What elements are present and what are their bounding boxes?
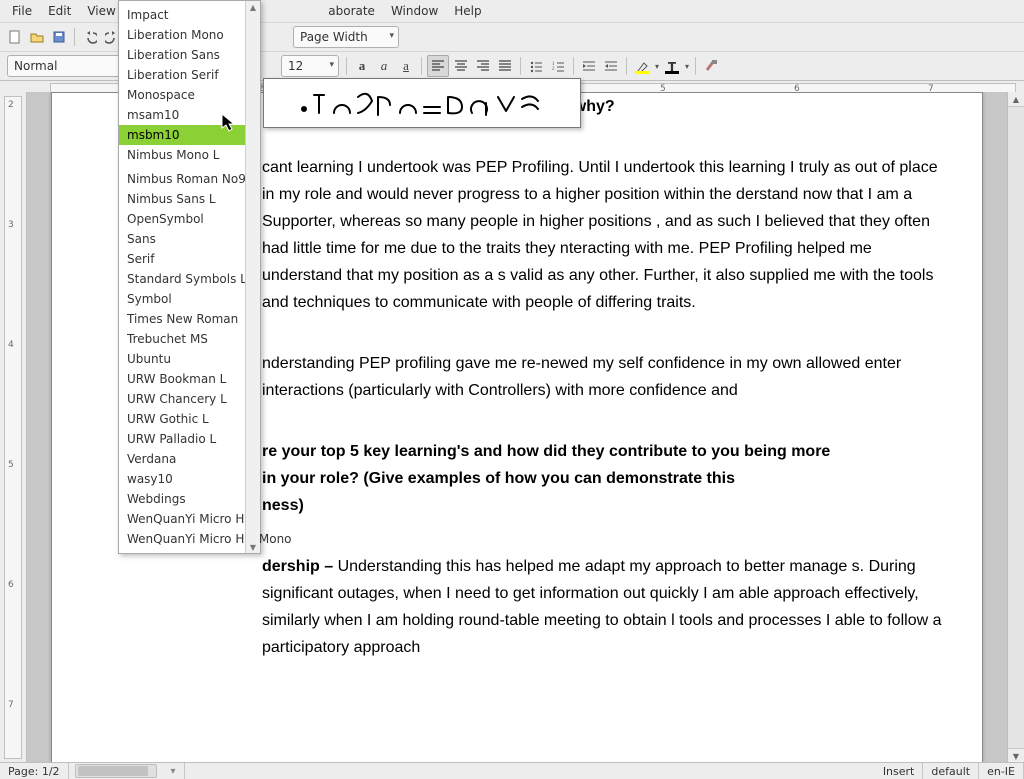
font-option[interactable]: Nimbus Sans L xyxy=(119,189,260,209)
doc-paragraph: cant learning I undertook was PEP Profil… xyxy=(262,154,942,316)
font-option[interactable]: Nimbus Mono L xyxy=(119,145,260,165)
font-option[interactable]: Webdings xyxy=(119,489,260,509)
toolbar-separator xyxy=(346,57,347,75)
align-right-button[interactable] xyxy=(473,56,493,76)
toolbar-separator xyxy=(626,57,627,75)
font-option[interactable]: Impact xyxy=(119,5,260,25)
ruler-tick: 4 xyxy=(8,340,14,350)
doc-text: Understanding this has helped me adapt m… xyxy=(262,558,941,656)
status-layout: default xyxy=(923,763,979,779)
align-center-button[interactable] xyxy=(451,56,471,76)
menu-file[interactable]: File xyxy=(4,1,40,21)
align-left-button[interactable] xyxy=(427,55,449,77)
bullet-list-button[interactable] xyxy=(526,56,546,76)
ruler-tick: 5 xyxy=(8,460,14,470)
increase-indent-button[interactable] xyxy=(579,56,599,76)
toolbar-separator xyxy=(695,57,696,75)
highlight-color-dropdown[interactable]: ▾ xyxy=(653,62,661,71)
toolbar-separator xyxy=(421,57,422,75)
menu-window[interactable]: Window xyxy=(383,1,446,21)
font-option[interactable]: Liberation Mono xyxy=(119,25,260,45)
ruler-tick: 2 xyxy=(8,100,14,110)
font-option[interactable]: OpenSymbol xyxy=(119,209,260,229)
font-option[interactable]: Liberation Serif xyxy=(119,65,260,85)
font-option[interactable]: Nimbus Roman No9 L xyxy=(119,169,260,189)
toolbar-separator xyxy=(573,57,574,75)
font-option[interactable]: Standard Symbols L xyxy=(119,269,260,289)
status-bar: Page: 1/2 ▾ Insert default en-IE xyxy=(0,762,1024,779)
doc-paragraph: nderstanding PEP profiling gave me re-ne… xyxy=(262,350,942,404)
highlight-color-button[interactable] xyxy=(633,58,651,74)
font-option[interactable]: Symbol xyxy=(119,289,260,309)
font-option[interactable]: Serif xyxy=(119,249,260,269)
font-size-value: 12 xyxy=(288,59,303,73)
font-option[interactable]: msbm10 xyxy=(119,125,260,145)
paragraph-style-value: Normal xyxy=(14,59,57,73)
numbered-list-button[interactable]: 12 xyxy=(548,56,568,76)
menu-edit[interactable]: Edit xyxy=(40,1,79,21)
paragraph-style-combo[interactable]: Normal xyxy=(7,55,131,77)
font-option[interactable]: URW Chancery L xyxy=(119,389,260,409)
status-insert-mode[interactable]: Insert xyxy=(875,763,924,779)
font-size-combo[interactable]: 12 xyxy=(281,55,339,77)
font-option[interactable]: Verdana xyxy=(119,449,260,469)
open-icon[interactable] xyxy=(28,28,46,46)
font-option[interactable]: wasy10 xyxy=(119,469,260,489)
font-option[interactable]: URW Bookman L xyxy=(119,369,260,389)
format-paintbrush-button[interactable] xyxy=(701,56,721,76)
scroll-up-icon[interactable]: ▲ xyxy=(1008,92,1024,107)
font-option[interactable]: Monospace xyxy=(119,85,260,105)
scroll-down-icon[interactable]: ▼ xyxy=(250,541,256,553)
toolbar-separator xyxy=(74,28,75,46)
undo-icon[interactable] xyxy=(81,28,99,46)
font-option[interactable]: msam10 xyxy=(119,105,260,125)
toolbar-separator xyxy=(520,57,521,75)
doc-heading-2-line1: re your top 5 key learning's and how did… xyxy=(262,438,942,465)
ruler-tick: 3 xyxy=(8,220,14,230)
italic-button[interactable]: a xyxy=(374,56,394,76)
ruler-tick: 7 xyxy=(8,700,14,710)
font-option[interactable]: Sans xyxy=(119,229,260,249)
zoom-value: Page Width xyxy=(300,30,368,44)
font-color-dropdown[interactable]: ▾ xyxy=(683,62,691,71)
save-icon[interactable] xyxy=(50,28,68,46)
horizontal-scrollbar[interactable] xyxy=(75,764,157,778)
status-page: Page: 1/2 xyxy=(0,763,69,779)
font-option[interactable]: URW Palladio L xyxy=(119,429,260,449)
doc-heading-2-line3: ness) xyxy=(262,492,942,519)
menu-collaborate[interactable]: aborate xyxy=(320,1,383,21)
ruler-tick: 6 xyxy=(8,580,14,590)
font-option[interactable]: Times New Roman xyxy=(119,309,260,329)
font-option[interactable]: WenQuanYi Micro Hei xyxy=(119,509,260,529)
status-language[interactable]: en-IE xyxy=(979,763,1024,779)
font-option[interactable]: WenQuanYi Micro Hei Mono xyxy=(119,529,260,549)
zoom-combo[interactable]: Page Width xyxy=(293,26,399,48)
doc-paragraph: dership – Understanding this has helped … xyxy=(262,553,942,661)
font-option[interactable]: Liberation Sans xyxy=(119,45,260,65)
font-preview-tooltip xyxy=(263,78,581,128)
menu-help[interactable]: Help xyxy=(446,1,489,21)
font-color-button[interactable]: T xyxy=(663,58,681,74)
doc-bold-lead: dership – xyxy=(262,558,338,575)
font-name-dropdown[interactable]: ImpactLiberation MonoLiberation SansLibe… xyxy=(118,0,261,554)
doc-heading-2-line2: in your role? (Give examples of how you … xyxy=(262,465,942,492)
scroll-up-icon[interactable]: ▲ xyxy=(250,1,256,13)
font-option[interactable]: Ubuntu xyxy=(119,349,260,369)
dropdown-scrollbar[interactable]: ▲ ▼ xyxy=(245,1,260,553)
font-option[interactable]: URW Gothic L xyxy=(119,409,260,429)
font-option[interactable]: Trebuchet MS xyxy=(119,329,260,349)
align-justify-button[interactable] xyxy=(495,56,515,76)
new-icon[interactable] xyxy=(6,28,24,46)
vertical-scrollbar[interactable]: ▲ ▼ xyxy=(1007,92,1024,763)
svg-text:2: 2 xyxy=(552,67,555,72)
bold-button[interactable]: a xyxy=(352,56,372,76)
underline-button[interactable]: a xyxy=(396,56,416,76)
scroll-down-icon[interactable]: ▼ xyxy=(1008,748,1024,763)
decrease-indent-button[interactable] xyxy=(601,56,621,76)
vertical-ruler: 2 3 4 5 6 7 xyxy=(0,92,27,763)
